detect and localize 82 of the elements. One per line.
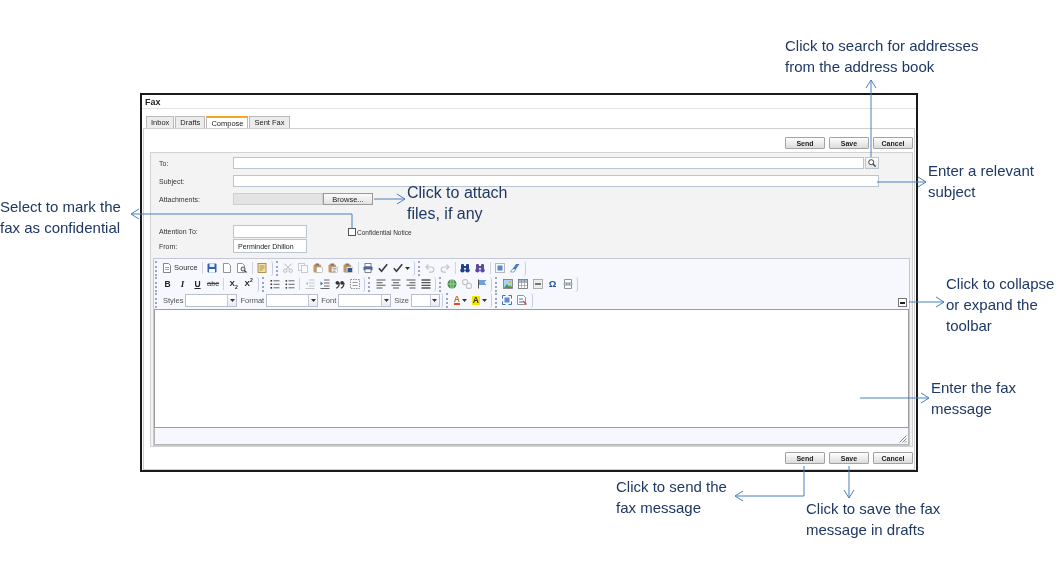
background-color-button[interactable]: A bbox=[469, 293, 489, 307]
caret-icon bbox=[383, 298, 389, 302]
chain-icon bbox=[461, 279, 472, 289]
checkbox[interactable] bbox=[348, 228, 356, 236]
printer-icon bbox=[363, 263, 374, 273]
callout-text: Click to save the fax message in drafts bbox=[806, 499, 941, 540]
align-left-icon bbox=[375, 279, 386, 289]
callout-text: Enter the fax message bbox=[931, 378, 1017, 419]
caret-icon bbox=[229, 298, 235, 302]
clipboard-icon bbox=[343, 263, 354, 273]
align-right-icon bbox=[405, 279, 416, 289]
dashed-box-icon bbox=[349, 279, 360, 289]
underline-button[interactable]: U bbox=[190, 277, 205, 291]
globe-icon bbox=[446, 279, 457, 289]
image-icon bbox=[502, 279, 513, 289]
input-field[interactable] bbox=[233, 175, 879, 187]
bulleted-list-icon bbox=[284, 279, 295, 289]
clipboard-icon bbox=[328, 263, 339, 273]
input-field[interactable] bbox=[233, 225, 307, 238]
callout-text: Click to attach files, if any bbox=[407, 183, 508, 224]
italic-button[interactable]: I bbox=[175, 277, 190, 291]
caret-icon bbox=[404, 266, 410, 270]
callout-text: Click to search for addresses from the address book bbox=[785, 36, 979, 77]
eraser-icon bbox=[510, 263, 521, 273]
search-button[interactable] bbox=[865, 157, 879, 169]
clipboard-icon bbox=[313, 263, 324, 273]
show-blocks-icon bbox=[517, 295, 528, 305]
caret-icon bbox=[432, 298, 438, 302]
message-field[interactable] bbox=[154, 309, 909, 428]
search-icon bbox=[868, 159, 876, 167]
style-dropdown[interactable] bbox=[185, 293, 238, 307]
callout-arrow bbox=[843, 465, 855, 499]
justify-icon bbox=[420, 279, 431, 289]
caret-icon bbox=[461, 298, 467, 302]
blank-page-icon bbox=[222, 263, 233, 273]
flag-icon bbox=[476, 279, 487, 289]
window-title: Fax bbox=[145, 96, 161, 107]
maximize-icon bbox=[502, 295, 513, 305]
table-icon bbox=[517, 279, 528, 289]
page-icon bbox=[257, 263, 268, 273]
callout-text: Click to collapse or expand the toolbar bbox=[946, 274, 1055, 336]
callout-text: Enter a relevant subject bbox=[928, 161, 1034, 202]
callout-arrow bbox=[859, 392, 930, 404]
text-color-button[interactable]: A bbox=[450, 293, 470, 307]
callout-arrow bbox=[734, 465, 805, 502]
binoculars-icon bbox=[475, 263, 486, 273]
callout-arrow bbox=[373, 193, 406, 205]
page-magnifier-icon bbox=[237, 263, 248, 273]
collapse-button[interactable] bbox=[898, 298, 907, 307]
subscript-button[interactable]: X$_{2}$ bbox=[226, 277, 242, 291]
toolbar-button[interactable] bbox=[390, 261, 412, 275]
redo-icon bbox=[440, 263, 451, 273]
align-center-icon bbox=[390, 279, 401, 289]
copy-icon bbox=[298, 263, 309, 273]
quote-icon bbox=[334, 279, 345, 289]
callout-text: Click to send the fax message bbox=[616, 477, 727, 518]
minus-icon bbox=[900, 301, 905, 304]
callout-text: Select to mark the fax as confidential bbox=[0, 197, 121, 238]
check-mark-icon bbox=[378, 263, 389, 273]
caret-icon bbox=[310, 298, 316, 302]
special-character-button[interactable]: Ω bbox=[545, 277, 561, 291]
outdent-icon bbox=[304, 279, 315, 289]
file-field[interactable] bbox=[233, 193, 323, 205]
document-icon bbox=[162, 263, 172, 273]
binoculars-icon bbox=[460, 263, 471, 273]
toolbar-button[interactable] bbox=[472, 261, 488, 275]
numbered-list-icon bbox=[269, 279, 280, 289]
toolbar-button[interactable] bbox=[375, 261, 391, 275]
scissors-icon bbox=[283, 263, 294, 273]
input-field[interactable] bbox=[233, 157, 864, 169]
undo-icon bbox=[425, 263, 436, 273]
resize-grip-icon bbox=[899, 435, 907, 443]
select-all-icon bbox=[495, 263, 506, 273]
caret-icon bbox=[481, 298, 487, 302]
toolbar-button[interactable] bbox=[457, 261, 473, 275]
callout-arrow bbox=[908, 296, 945, 308]
indent-icon bbox=[319, 279, 330, 289]
check-mark-icon bbox=[392, 263, 403, 273]
page-break-icon bbox=[562, 279, 573, 289]
callout-arrow bbox=[876, 176, 927, 188]
superscript-button[interactable]: X$^{2}$ bbox=[241, 277, 257, 291]
bold-button[interactable]: B bbox=[160, 277, 175, 291]
